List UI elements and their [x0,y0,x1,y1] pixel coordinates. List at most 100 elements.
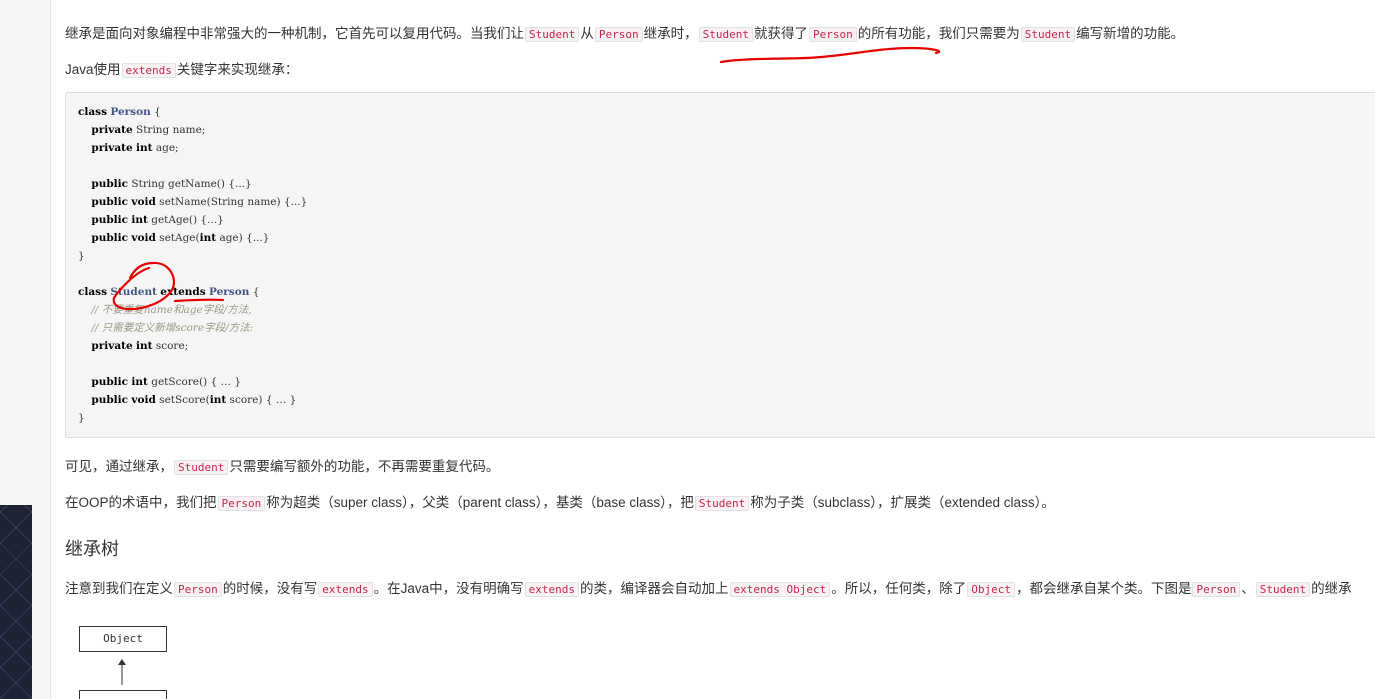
uml-box-student [79,690,167,699]
code-token: int [131,214,148,226]
code-token: public [91,178,129,190]
text-segment: 的继承 [1311,581,1352,596]
inline-code: Student [174,460,229,475]
code-line: public String getName() {...} [78,175,252,193]
code-token: class [78,286,108,298]
code-token: public [91,232,129,244]
inline-code: Person [1192,582,1241,597]
code-token: private [91,340,133,352]
inline-code: Person [174,582,222,597]
text-segment: 。在Java中，没有明确写 [373,581,524,596]
text-segment: 编写新增的功能。 [1076,26,1185,41]
text-segment: 称为子类（subclass），扩展类（extended class）。 [750,495,1055,510]
code-token: } [78,412,85,424]
text-segment: 只需要编写额外的功能，不再需要重复代码。 [229,459,500,474]
inline-code: Student [698,27,753,42]
code-token: String name; [132,124,206,136]
code-token: class [78,106,108,118]
text-segment: 关键字来实现继承： [176,62,299,77]
code-line: public int getAge() {...} [78,211,223,229]
paragraph-terminology: 在OOP的术语中，我们把 Person 称为超类（super class），父类（p… [65,491,1055,511]
code-line: class Person { [78,103,161,121]
code-token: score) { … } [226,394,297,406]
code-token: int [136,340,153,352]
code-comment: // 不要重复name和age字段/方法, [91,304,252,316]
inline-code: extends [524,582,579,597]
code-token: int [209,394,227,406]
code-line: public void setScore(int score) { … } [78,391,296,409]
article-content: 继承是面向对象编程中非常强大的一种机制，它首先可以复用代码。当我们让 Studen… [50,0,1375,699]
code-line: public void setAge(int age) {...} [78,229,269,247]
code-comment: // 只需要定义新增score字段/方法: [91,322,254,334]
sidebar-decoration [0,505,32,699]
section-heading: 继承树 [65,539,119,559]
text-segment: 、 [1241,581,1255,596]
text-segment: 就获得了 [753,26,808,41]
code-line: public void setName(String name) {...} [78,193,307,211]
code-token: String getName() {...} [128,178,252,190]
text-segment: 在OOP的术语中，我们把 [65,495,217,510]
code-token: int [199,232,217,244]
inline-code: Student [1020,27,1076,42]
code-line: private int score; [78,337,188,355]
code-line: // 只需要定义新增score字段/方法: [78,319,253,337]
code-token: setAge( [155,232,200,244]
paragraph-intro: 继承是面向对象编程中非常强大的一种机制，它首先可以复用代码。当我们让 Studen… [65,22,1184,42]
code-line: } [78,247,85,265]
code-token: private [91,142,133,154]
text-segment: 。所以，任何类，除了 [831,581,967,596]
text-segment: 从 [580,26,594,41]
inline-code: Student [525,27,580,42]
code-token: Person [110,106,151,118]
code-token: setName(String name) {...} [155,196,308,208]
code-token: public [91,394,129,406]
inline-code: Student [1255,582,1311,597]
code-token: extends [160,286,206,298]
inline-code: Object [967,582,1015,597]
text-segment: 注意到我们在定义 [65,581,173,596]
inline-code: extends [318,582,373,597]
text-segment: 继承时， [643,26,698,41]
code-line: private int age; [78,139,179,157]
text-segment: 称为超类（super class），父类（parent class），基类（ba… [266,495,694,510]
paragraph-extends: Java使用 extends 关键字来实现继承： [65,58,298,78]
code-line: class Student extends Person { [78,283,259,301]
inline-code: Person [808,27,857,42]
code-line: public int getScore() { … } [78,373,241,391]
text-segment: Java使用 [65,62,121,77]
inline-code: Student [694,496,750,511]
inline-code: Person [217,496,266,511]
code-token: void [131,196,156,208]
code-token: { [150,106,161,118]
paragraph-reuse: 可见，通过继承， Student 只需要编写额外的功能，不再需要重复代码。 [65,455,499,475]
code-token: getScore() { … } [147,376,242,388]
code-token: void [131,394,156,406]
code-token: public [91,376,129,388]
code-token: age) {...} [216,232,270,244]
inline-code: extends Object [729,582,831,597]
text-segment: ，都会继承自某个类。下图是 [1015,581,1192,596]
code-token: age; [152,142,179,154]
text-segment: 继承是面向对象编程中非常强大的一种机制，它首先可以复用代码。当我们让 [65,26,524,41]
code-token: int [131,376,148,388]
text-segment: 的时候，没有写 [222,581,318,596]
uml-box-object: Object [79,626,167,652]
code-token: public [91,214,129,226]
code-line: private String name; [78,121,205,139]
code-token: void [131,232,156,244]
code-line: // 不要重复name和age字段/方法, [78,301,252,319]
text-segment: 可见，通过继承， [65,459,173,474]
inline-code: Person [594,27,643,42]
code-token: { [249,286,260,298]
code-token: score; [152,340,189,352]
